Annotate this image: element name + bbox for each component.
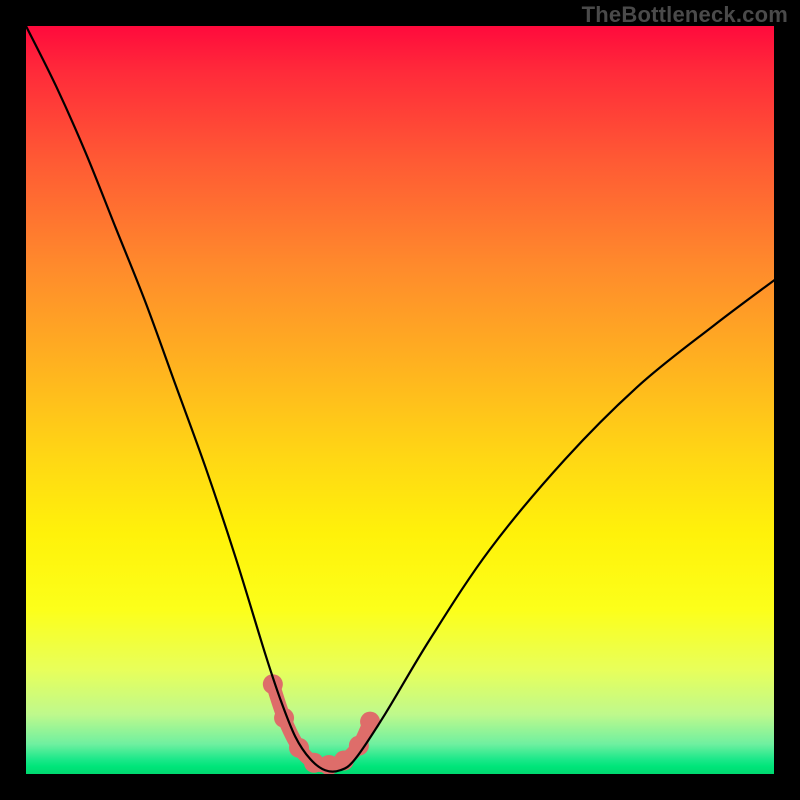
bottleneck-curve-path [26,26,774,772]
curve-layer [26,26,774,774]
watermark-text: TheBottleneck.com [582,2,788,28]
chart-frame: TheBottleneck.com [0,0,800,800]
min-marker-dot [334,751,354,771]
plot-area [26,26,774,774]
min-markers [263,674,380,774]
